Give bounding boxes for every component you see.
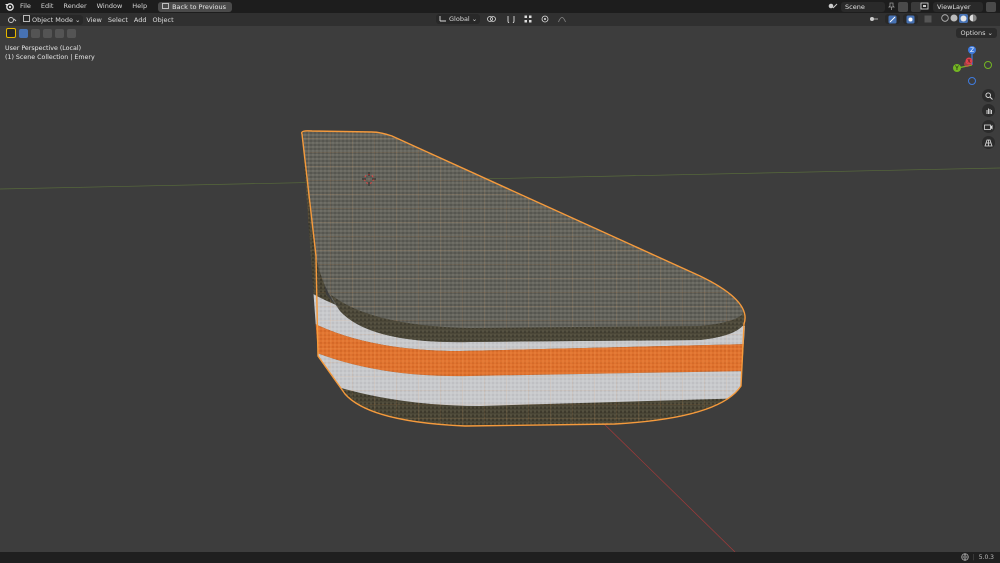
- orientation-icon: [439, 15, 447, 24]
- emery-board-object[interactable]: [290, 126, 760, 446]
- top-menu-bar: File Edit Render Window Help Back to Pre…: [0, 0, 1000, 13]
- view-layer-name-field[interactable]: ViewLayer: [933, 1, 983, 12]
- x-axis-line: [597, 417, 736, 552]
- options-label: Options: [960, 29, 986, 37]
- hand-icon[interactable]: [982, 104, 995, 117]
- overlays-toggle[interactable]: [903, 14, 918, 24]
- gizmo-neg-z[interactable]: [968, 77, 976, 85]
- back-to-previous-label: Back to Previous: [172, 2, 227, 11]
- snap-toggle[interactable]: [504, 14, 518, 24]
- view-layer-selector[interactable]: ViewLayer: [920, 1, 996, 12]
- view-layer-icon: [920, 2, 930, 12]
- xray-toggle[interactable]: [921, 14, 935, 24]
- menu-help[interactable]: Help: [127, 0, 152, 13]
- transform-orientation-label: Global: [449, 15, 470, 23]
- gizmo-y-label: Y: [954, 65, 959, 72]
- gizmo-neg-y[interactable]: [984, 61, 992, 69]
- select-intersect-icon[interactable]: [67, 28, 76, 38]
- version-label: 5.0.3: [978, 554, 994, 561]
- menu-select[interactable]: Select: [105, 15, 131, 25]
- chevron-down-icon: ⌄: [471, 15, 478, 23]
- object-mode-icon: [23, 15, 30, 24]
- navigation-gizmo[interactable]: Z Y X: [953, 46, 992, 85]
- viewport-header: Object Mode ⌄ View Select Add Object Glo…: [0, 13, 1000, 26]
- globe-icon: [961, 552, 969, 563]
- mode-label: Object Mode: [32, 15, 73, 24]
- scene-icon: [828, 2, 838, 12]
- select-invert-icon[interactable]: [55, 28, 64, 38]
- options-button[interactable]: Options ⌄: [956, 28, 997, 38]
- rendered-shading-icon[interactable]: [969, 14, 977, 24]
- mode-dropdown[interactable]: Object Mode ⌄: [20, 14, 84, 25]
- select-subtract-icon[interactable]: [43, 28, 52, 38]
- collection-label: (1) Scene Collection | Emery: [5, 54, 95, 61]
- menu-add[interactable]: Add: [131, 15, 150, 25]
- zoom-icon[interactable]: [982, 89, 995, 102]
- shading-modes[interactable]: [938, 13, 980, 25]
- back-icon: [162, 2, 169, 11]
- perspective-label: User Perspective (Local): [5, 45, 82, 52]
- cursor-tool-icon[interactable]: [6, 28, 16, 38]
- tool-settings-row: [6, 28, 76, 38]
- gizmo-z-label: Z: [970, 47, 974, 54]
- scene-new-button[interactable]: [898, 1, 908, 12]
- chevron-down-icon: ⌄: [74, 15, 81, 24]
- menu-edit[interactable]: Edit: [36, 0, 59, 13]
- menu-render[interactable]: Render: [58, 0, 91, 13]
- snap-target-button[interactable]: [521, 14, 535, 24]
- transform-orientation-dropdown[interactable]: Global ⌄: [436, 14, 481, 24]
- chevron-down-icon: ⌄: [987, 29, 993, 37]
- menu-file[interactable]: File: [15, 0, 36, 13]
- menu-window[interactable]: Window: [92, 0, 128, 13]
- scene-selector[interactable]: Scene: [828, 1, 921, 12]
- grid-icon[interactable]: [982, 136, 995, 149]
- camera-icon[interactable]: [982, 120, 995, 133]
- view-layer-new-button[interactable]: [986, 1, 996, 12]
- visibility-button[interactable]: [866, 14, 882, 24]
- 3d-viewport[interactable]: Z Y X User Perspective (Local) (1) Scene…: [0, 26, 1000, 552]
- editor-type-button[interactable]: [4, 15, 20, 25]
- wireframe-shading-icon[interactable]: [941, 14, 949, 24]
- status-bar: | 5.0.3: [0, 552, 1000, 563]
- blender-logo-icon[interactable]: [3, 1, 15, 13]
- proportional-editing-toggle[interactable]: [538, 14, 552, 24]
- menu-view[interactable]: View: [83, 15, 104, 25]
- solid-shading-icon[interactable]: [950, 14, 958, 24]
- falloff-button[interactable]: [555, 14, 569, 24]
- pin-icon[interactable]: [888, 2, 895, 12]
- select-box-icon[interactable]: [19, 28, 28, 38]
- gizmo-toggle[interactable]: [885, 14, 900, 24]
- pivot-point-button[interactable]: [483, 14, 501, 24]
- select-extend-icon[interactable]: [31, 28, 40, 38]
- status-divider: |: [972, 554, 975, 561]
- material-preview-shading-icon[interactable]: [959, 13, 968, 25]
- back-to-previous-button[interactable]: Back to Previous: [158, 1, 233, 12]
- scene-name-field[interactable]: Scene: [841, 1, 885, 12]
- menu-object[interactable]: Object: [150, 15, 177, 25]
